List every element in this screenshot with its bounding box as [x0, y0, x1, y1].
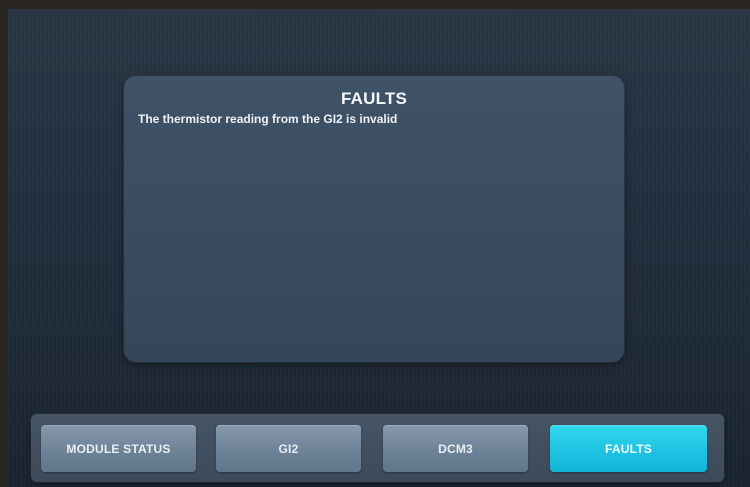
tab-module-status[interactable]: MODULE STATUS [41, 425, 196, 472]
tab-dcm3[interactable]: DCM3 [383, 425, 528, 472]
tab-bar: MODULE STATUS GI2 DCM3 FAULTS [31, 414, 724, 482]
faults-panel: FAULTS The thermistor reading from the G… [124, 76, 624, 362]
tab-faults[interactable]: FAULTS [550, 425, 707, 472]
panel-title: FAULTS [340, 89, 408, 108]
tab-gi2[interactable]: GI2 [216, 425, 361, 472]
fault-list: The thermistor reading from the GI2 is i… [138, 111, 610, 127]
display-screen: FAULTS The thermistor reading from the G… [8, 9, 750, 487]
fault-message: The thermistor reading from the GI2 is i… [138, 112, 398, 126]
